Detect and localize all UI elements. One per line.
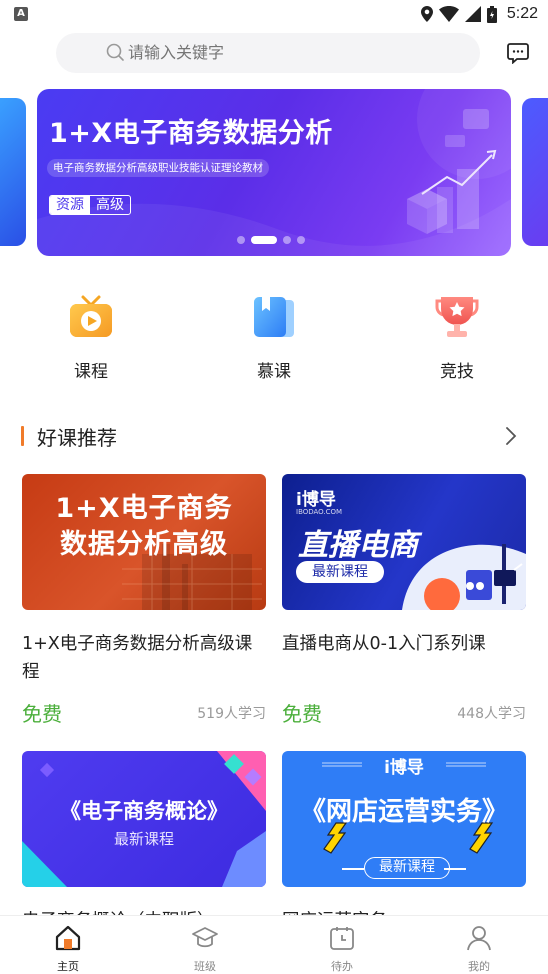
- tab-mine[interactable]: 我的: [449, 924, 509, 974]
- app-notification-icon: A: [14, 7, 28, 21]
- nav-course[interactable]: 课程: [41, 293, 141, 382]
- course-card[interactable]: i博导 IBODAO.COM 直播电商 最新课程 直播电商从0-1入门系列课 免费…: [282, 474, 526, 726]
- location-icon: [420, 6, 433, 22]
- tab-todo-label: 待办: [331, 960, 353, 973]
- bottom-tab-bar: 主页 班级 待办 我的: [0, 915, 548, 974]
- tab-class[interactable]: 班级: [175, 924, 235, 974]
- search-input[interactable]: [128, 33, 458, 73]
- course-thumbnail: 《电子商务概论》 最新课程: [22, 751, 266, 887]
- nav-course-label: 课程: [74, 362, 108, 382]
- course-card[interactable]: 《电子商务概论》 最新课程 电子商务概论（中职版）: [22, 751, 266, 935]
- nav-mooc[interactable]: 慕课: [224, 293, 324, 382]
- signal-icon: [464, 6, 481, 22]
- tab-home[interactable]: 主页: [38, 924, 98, 974]
- book-icon: [254, 297, 294, 337]
- calendar-clock-icon: [330, 927, 354, 950]
- banner-tag-secondary: 高级: [96, 197, 124, 213]
- course-thumbnail: 1+X电子商务 数据分析高级: [22, 474, 266, 610]
- wifi-icon: [438, 6, 459, 22]
- search-bar[interactable]: [56, 33, 480, 73]
- course-learner-count: 448人学习: [457, 705, 526, 722]
- banner-tag-primary: 资源: [50, 196, 90, 214]
- section-accent-bar: [21, 426, 24, 446]
- tab-class-label: 班级: [194, 960, 216, 973]
- carousel-dot[interactable]: [283, 236, 291, 244]
- message-icon[interactable]: [507, 42, 529, 64]
- person-icon: [467, 926, 491, 951]
- carousel-indicator: [237, 236, 305, 244]
- carousel-dot[interactable]: [297, 236, 305, 244]
- tab-mine-label: 我的: [468, 960, 490, 973]
- banner-prev-slide[interactable]: [0, 98, 26, 246]
- course-thumbnail-text: 1+X电子商务 数据分析高级: [55, 493, 233, 560]
- section-title: 好课推荐: [37, 426, 117, 450]
- course-learner-count: 519人学习: [197, 705, 266, 722]
- carousel-dot[interactable]: [237, 236, 245, 244]
- course-thumbnail-title: 《电子商务概论》: [60, 799, 228, 823]
- banner-tags: 资源 高级: [49, 195, 131, 215]
- banner-slide[interactable]: 1+X电子商务数据分析 电子商务数据分析高级职业技能认证理论教材 资源 高级: [37, 89, 511, 256]
- tab-home-label: 主页: [57, 960, 79, 973]
- tv-play-icon: [70, 295, 112, 337]
- status-bar: A 5:22: [0, 0, 548, 28]
- chevron-right-icon[interactable]: [503, 426, 519, 446]
- banner-title: 1+X电子商务数据分析: [49, 118, 333, 149]
- course-thumbnail-title: 《网店运营实务》: [299, 797, 508, 827]
- course-thumbnail: i博导 IBODAO.COM 直播电商 最新课程: [282, 474, 526, 610]
- course-thumbnail-badge: 最新课程: [113, 830, 174, 848]
- course-meta: 免费 448人学习: [282, 698, 526, 727]
- search-icon: [106, 43, 124, 61]
- nav-competition-label: 竞技: [440, 362, 474, 382]
- course-card[interactable]: i博导 《网店运营实务》 最新课程 网店运营实务: [282, 751, 526, 935]
- ibodao-logo: i博导 IBODAO.COM: [296, 490, 343, 516]
- status-icons: 5:22: [420, 4, 538, 24]
- trophy-icon: [435, 297, 479, 337]
- course-card[interactable]: 1+X电子商务 数据分析高级 1+X电子商务数据分析高级课程 免费 519人学习: [22, 474, 266, 726]
- course-price: 免费: [282, 702, 322, 726]
- battery-icon: [486, 5, 497, 23]
- tab-todo[interactable]: 待办: [312, 924, 372, 974]
- course-thumbnail-badge: 最新课程: [296, 561, 384, 583]
- ibodao-logo: i博导: [384, 758, 424, 778]
- course-meta: 免费 519人学习: [22, 698, 266, 727]
- banner-subtitle: 电子商务数据分析高级职业技能认证理论教材: [47, 159, 269, 177]
- carousel-dot-active[interactable]: [251, 236, 277, 244]
- course-price: 免费: [22, 702, 62, 726]
- home-icon: [55, 925, 81, 951]
- graduation-cap-icon: [192, 927, 218, 948]
- course-title: 直播电商从0-1入门系列课: [282, 634, 486, 654]
- nav-competition[interactable]: 竞技: [407, 293, 507, 382]
- course-thumbnail: i博导 《网店运营实务》 最新课程: [282, 751, 526, 887]
- course-thumbnail-title: 直播电商: [298, 528, 418, 563]
- nav-mooc-label: 慕课: [257, 362, 291, 382]
- course-thumbnail-badge: 最新课程: [364, 857, 450, 879]
- course-title: 1+X电子商务数据分析高级课程: [22, 634, 253, 682]
- banner-next-slide[interactable]: [522, 98, 548, 246]
- clock: 5:22: [506, 5, 538, 22]
